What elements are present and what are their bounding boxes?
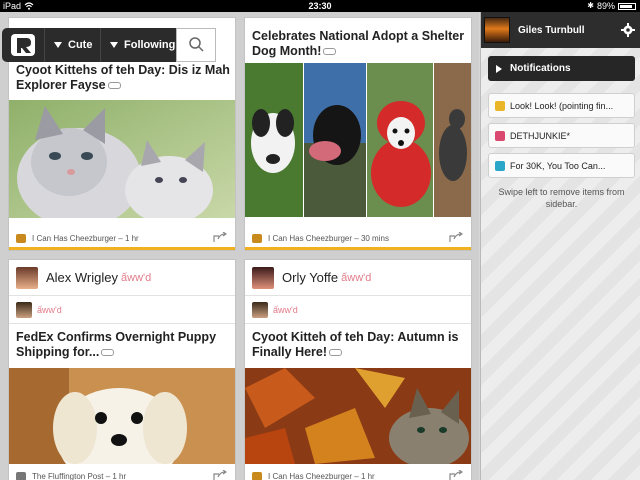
card-accent-bar (245, 247, 471, 250)
puppy-photo[interactable] (9, 368, 235, 464)
sidebar-item-label: For 30K, You Too Can... (510, 160, 606, 171)
puppy-image (9, 368, 235, 464)
avatar[interactable] (16, 301, 32, 318)
sidebar-item[interactable]: Look! Look! (pointing fin... (488, 93, 635, 118)
story-title[interactable]: Cyoot Kitteh of teh Day: Autumn is Final… (245, 330, 471, 360)
glasses-icon (323, 48, 337, 56)
sidebar-item-label: DETHJUNKIE* (510, 130, 571, 141)
gear-icon[interactable] (621, 23, 635, 37)
story-card[interactable]: Orly Yoffe ấww'd ấww'd Cyoot Kitteh of t… (244, 259, 472, 480)
dogs-collage-image (245, 63, 471, 217)
story-title[interactable]: Cyoot Kittehs of teh Day: Dis iz Mah Exp… (9, 63, 235, 93)
play-icon (496, 64, 502, 73)
aww-tag: ấww'd (273, 304, 298, 315)
aww-tag: ấww'd (37, 304, 62, 315)
bluetooth-icon: ✱ (587, 1, 594, 10)
battery-percent: 89% (596, 1, 615, 11)
link-icon (495, 160, 505, 171)
cheezburger-icon (252, 471, 262, 480)
sidebar-header: Giles Turnbull (481, 12, 640, 48)
sidebar-hint: Swipe left to remove items from sidebar. (498, 187, 625, 209)
dogs-collage-photo[interactable] (245, 63, 471, 217)
user-name[interactable]: Orly Yoffe (282, 270, 338, 285)
story-source[interactable]: I Can Has Cheezburger – 1 hr (32, 234, 139, 243)
fluffington-icon (16, 471, 26, 480)
cheezburger-icon (252, 233, 262, 243)
aww-tag: ấww'd (121, 271, 152, 284)
search-button[interactable] (176, 28, 216, 62)
story-footer: The Fluffington Post – 1 hr (9, 464, 235, 480)
status-bar: iPad 23:30 ✱ 89% (0, 0, 640, 12)
filter-label: Cute (68, 39, 93, 51)
kitten-photo[interactable] (9, 100, 235, 218)
battery-icon (618, 2, 636, 10)
story-source[interactable]: The Fluffington Post – 1 hr (32, 472, 126, 480)
story-card[interactable]: Alex Wrigley ấww'd ấww'd FedEx Confirms … (8, 259, 236, 480)
avatar[interactable] (252, 266, 274, 289)
status-time: 23:30 (308, 1, 332, 11)
sidebar-item[interactable]: For 30K, You Too Can... (488, 153, 635, 178)
story-source[interactable]: I Can Has Cheezburger – 1 hr (268, 472, 375, 480)
stream-dropdown[interactable]: Following (100, 28, 176, 62)
share-icon[interactable] (449, 232, 463, 243)
share-icon[interactable] (449, 470, 463, 480)
sidebar: Giles Turnbull Notifications Look! Look!… (480, 12, 640, 480)
user-name[interactable]: Alex Wrigley (46, 270, 118, 285)
notifications-label: Notifications (510, 63, 571, 74)
avatar[interactable] (16, 266, 38, 289)
sub-share-row[interactable]: ấww'd (9, 296, 235, 324)
glasses-icon (101, 349, 115, 357)
top-nav: Cute Following (2, 28, 216, 62)
autumn-kitten-photo[interactable] (245, 368, 471, 464)
story-title[interactable]: FedEx Confirms Overnight Puppy Shipping … (9, 330, 235, 360)
glasses-icon (107, 82, 121, 90)
feed: Cyoot Kittehs of teh Day: Dis iz Mah Exp… (0, 12, 479, 480)
aww-tag: ấww'd (341, 271, 372, 284)
card-accent-bar (9, 247, 235, 250)
story-source[interactable]: I Can Has Cheezburger – 30 mins (268, 234, 389, 243)
avatar[interactable] (252, 301, 268, 318)
battery-fill (620, 4, 632, 8)
story-card[interactable]: Celebrates National Adopt a Shelter Dog … (244, 17, 472, 251)
avatar[interactable] (484, 17, 510, 43)
sidebar-item-label: Look! Look! (pointing fin... (510, 100, 614, 111)
share-icon[interactable] (213, 470, 227, 480)
sub-share-row[interactable]: ấww'd (245, 296, 471, 324)
story-footer: I Can Has Cheezburger – 1 hr (245, 464, 471, 480)
filter-dropdown[interactable]: Cute (44, 28, 100, 62)
shared-by-row[interactable]: Orly Yoffe ấww'd (245, 260, 471, 296)
app-root: iPad 23:30 ✱ 89% Cyoot Kittehs of teh Da… (0, 0, 640, 480)
chevron-down-icon (54, 42, 62, 48)
share-icon[interactable] (213, 232, 227, 243)
story-title[interactable]: Celebrates National Adopt a Shelter Dog … (245, 29, 471, 59)
stream-label: Following (124, 39, 176, 51)
notifications-button[interactable]: Notifications (488, 56, 635, 81)
chevron-down-icon (110, 42, 118, 48)
cheezburger-icon (16, 233, 26, 243)
sidebar-user-name[interactable]: Giles Turnbull (518, 25, 584, 36)
sidebar-item[interactable]: DETHJUNKIE* (488, 123, 635, 148)
shared-by-row[interactable]: Alex Wrigley ấww'd (9, 260, 235, 296)
autumn-kitten-image (245, 368, 471, 464)
hand-pointing-icon (495, 100, 505, 111)
heart-icon (495, 130, 505, 141)
glasses-icon (329, 349, 343, 357)
r-logo-icon[interactable] (2, 28, 44, 62)
kitten-image (9, 100, 235, 218)
search-icon (189, 37, 204, 52)
